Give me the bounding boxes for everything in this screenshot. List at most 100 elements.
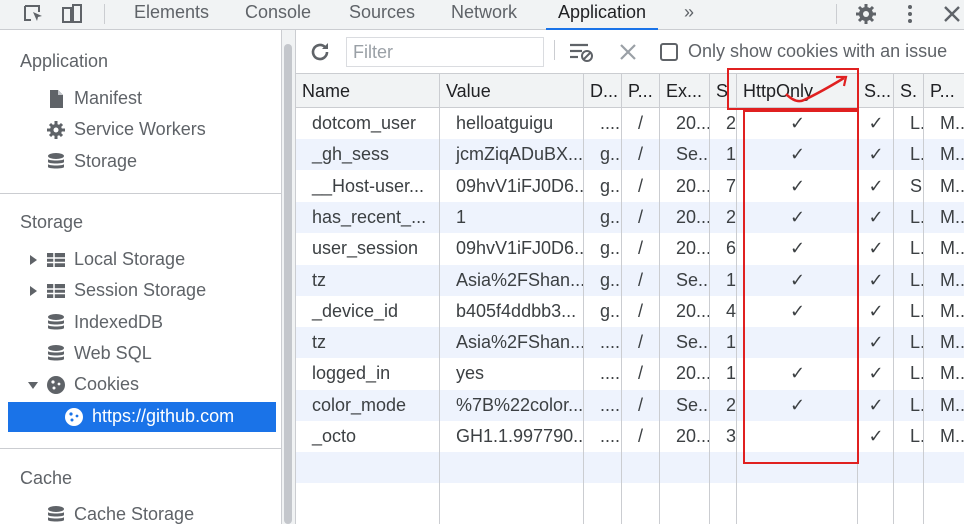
cell-value: Asia%2FShan... [456, 269, 584, 290]
cell-name: color_mode [312, 394, 407, 415]
cell-domain: g... [600, 144, 622, 165]
sidebar-item-indexeddb[interactable]: IndexedDB [0, 308, 282, 338]
cell-name: tz [312, 269, 327, 290]
refresh-icon[interactable] [308, 40, 332, 64]
column-divider[interactable] [583, 74, 584, 524]
tab-elements[interactable]: Elements [134, 0, 209, 30]
table-row[interactable]: tzAsia%2FShan...g.../Se...1...✓✓L...M... [296, 264, 964, 296]
table-row[interactable] [296, 452, 964, 484]
column-header[interactable]: S... [858, 74, 894, 108]
cell-expires: 20... [676, 206, 710, 227]
column-divider[interactable] [736, 74, 737, 524]
cell-value: 1 [456, 206, 467, 227]
table-row[interactable]: user_session 09hvV1iFJ0D6... g... / 20... 6..… [296, 233, 964, 264]
section-heading-storage: Storage [20, 212, 84, 232]
sidebar-item-web-sql[interactable]: Web SQL [0, 339, 282, 369]
cell-samesite: L... [910, 269, 924, 290]
cookie-icon [46, 375, 66, 395]
cell-samesite: L... [910, 300, 924, 321]
sidebar-item-cookie-origin[interactable]: https://github.com [8, 402, 276, 432]
document-icon [46, 89, 66, 109]
sidebar-item-storage[interactable]: Storage [0, 147, 282, 177]
tab-network[interactable]: Network [451, 0, 517, 30]
only-issues-checkbox[interactable] [660, 43, 678, 61]
tab-console[interactable]: Console [245, 0, 311, 30]
table-row[interactable]: color_mode%7B%22color......./Se...2...✓✓… [296, 389, 964, 421]
tab-sources[interactable]: Sources [349, 0, 415, 30]
cell-size: 2... [726, 206, 737, 227]
cell-domain: g... [600, 300, 622, 321]
column-divider[interactable] [439, 74, 440, 524]
cell-path: / [638, 332, 644, 353]
more-tabs-button[interactable]: » [684, 0, 694, 30]
expand-arrow-icon[interactable] [30, 255, 37, 265]
tab-application[interactable]: Application [546, 0, 659, 31]
table-row[interactable]: logged_inyes..../20...1...✓✓L...M... [296, 358, 964, 389]
inspect-element-icon[interactable] [22, 3, 46, 25]
filter-input[interactable] [346, 37, 544, 67]
table-row[interactable]: _device_idb405f4ddbb3...g.../20...4...✓✓… [296, 296, 964, 327]
column-header[interactable]: Ex... [660, 74, 710, 108]
sidebar-splitter[interactable] [282, 30, 296, 524]
column-divider[interactable] [923, 74, 924, 524]
cell-domain: g... [600, 238, 622, 259]
table-row[interactable]: dotcom_userhelloatguigu..../20...2...✓✓L… [296, 108, 964, 139]
cell-domain: g... [600, 269, 622, 290]
sidebar-item-cache-storage[interactable]: Cache Storage [0, 500, 282, 524]
sidebar-item-label: Service Workers [74, 119, 206, 139]
column-header[interactable]: P... [924, 74, 964, 108]
table-row[interactable]: tz Asia%2FShan....... / Se... 1... ✓ L... M... [296, 327, 964, 359]
sidebar-item-manifest[interactable]: Manifest [0, 84, 282, 114]
sidebar-item-label: Web SQL [74, 343, 152, 363]
cell-value: GH1.1.997790... [456, 426, 584, 446]
toolbar-divider [836, 4, 837, 24]
table-row[interactable]: __Host-user... 09hvV1iFJ0D6... g... / 20... 7… [296, 171, 964, 202]
expand-arrow-icon[interactable] [30, 286, 37, 296]
column-header[interactable]: P... [622, 74, 660, 108]
cookies-table: Name Value D... P... Ex... S HttpOnly S... S. P..… [296, 68, 964, 524]
cell-secure: ✓ [868, 332, 884, 353]
sidebar-item-service-workers[interactable]: Service Workers [0, 115, 282, 145]
clear-filtered-icon[interactable] [568, 40, 594, 64]
device-toolbar-icon[interactable] [60, 3, 84, 25]
cookies-toolbar: Only show cookies with an issue [296, 30, 964, 74]
cell-secure: ✓ [868, 175, 884, 196]
collapse-arrow-icon[interactable] [28, 382, 38, 389]
column-divider[interactable] [621, 74, 622, 524]
more-options-icon[interactable] [898, 3, 922, 25]
table-row[interactable]: _octo GH1.1.997790....... / 20... 3... ✓ L... M… [296, 421, 964, 452]
close-icon[interactable] [940, 3, 964, 25]
cell-samesite: L... [910, 206, 924, 227]
sidebar-divider [0, 448, 282, 449]
column-header[interactable]: Name [296, 74, 440, 108]
cell-value: 09hvV1iFJ0D6... [456, 238, 584, 259]
database-icon [46, 152, 66, 172]
cell-domain: .... [600, 113, 621, 133]
scrollbar-thumb[interactable] [284, 44, 292, 524]
column-header[interactable]: Value [440, 74, 584, 108]
cell-size: 1... [726, 269, 737, 290]
column-header[interactable]: D... [584, 74, 622, 108]
cell-samesite: L... [910, 332, 924, 353]
sidebar-item-session-storage[interactable]: Session Storage [0, 276, 282, 306]
column-divider[interactable] [709, 74, 710, 524]
delete-icon[interactable] [618, 42, 638, 62]
cell-domain: .... [600, 332, 621, 353]
table-row[interactable]: _gh_sessjcmZiqADuBX...g.../Se...1...✓✓L.… [296, 139, 964, 171]
gear-icon[interactable] [854, 3, 878, 25]
cell-expires: 20... [676, 300, 710, 321]
sidebar-item-local-storage[interactable]: Local Storage [0, 245, 282, 275]
table-header: Name Value D... P... Ex... S HttpOnly S... S. P..… [296, 74, 964, 108]
cell-size: 4... [726, 300, 737, 321]
cell-expires: Se... [676, 394, 710, 415]
sidebar-item-cookies[interactable]: Cookies [0, 370, 282, 400]
cell-samesite: L... [910, 394, 924, 415]
table-row[interactable]: has_recent_...1g.../20...2...✓✓L...M... [296, 201, 964, 233]
cell-size: 2... [726, 113, 737, 133]
column-divider[interactable] [659, 74, 660, 524]
column-divider[interactable] [893, 74, 894, 524]
column-header[interactable]: S. [894, 74, 924, 108]
cell-path: / [638, 363, 644, 384]
cell-expires: Se... [676, 144, 710, 165]
only-issues-label[interactable]: Only show cookies with an issue [688, 41, 947, 62]
